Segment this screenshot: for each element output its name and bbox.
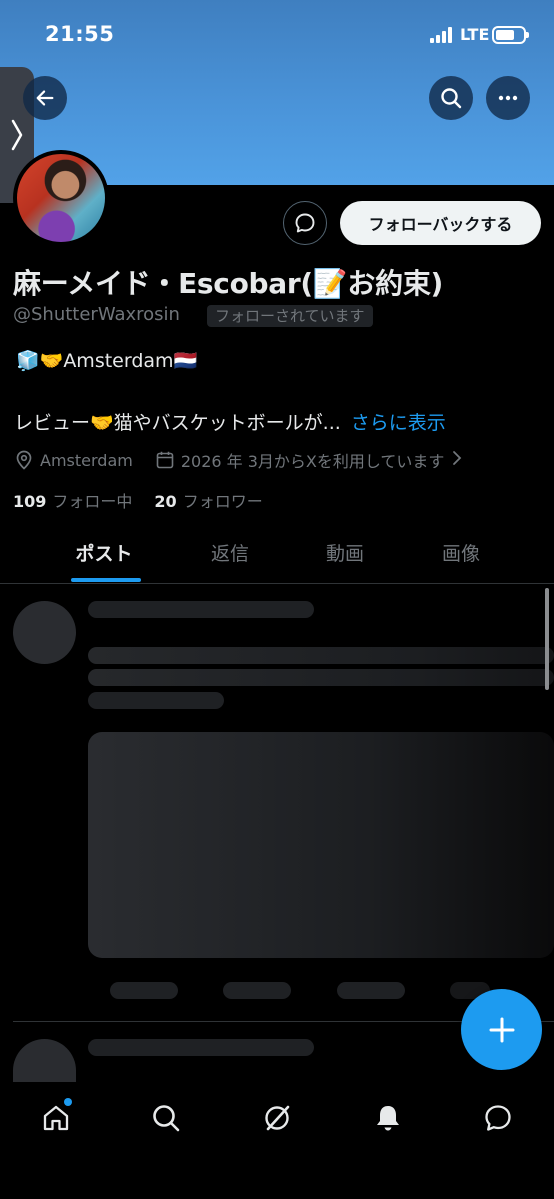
skeleton-line — [88, 1039, 314, 1056]
skeleton-avatar — [13, 601, 76, 664]
joined-text[interactable]: 2026 年 3月からXを利用しています — [181, 448, 445, 472]
message-icon — [295, 213, 315, 233]
home-notification-dot — [64, 1098, 72, 1106]
following-label: フォロー中 — [52, 492, 133, 511]
bio-line-1: 🧊🤝Amsterdam🇳🇱 — [16, 350, 198, 372]
home-icon — [43, 1105, 69, 1131]
status-bar: 21:55 LTE — [0, 0, 554, 70]
nav-home[interactable] — [26, 1098, 86, 1138]
profile-tabs: ポスト 返信 動画 画像 — [0, 527, 554, 584]
nav-search[interactable] — [136, 1098, 196, 1138]
search-icon — [153, 1105, 180, 1132]
grok-icon — [265, 1105, 290, 1131]
plus-icon — [489, 1017, 514, 1042]
follow-back-button[interactable]: フォローバックする — [340, 201, 541, 245]
calendar-icon — [155, 450, 175, 470]
tab-posts[interactable]: ポスト — [46, 539, 162, 566]
skeleton-action — [223, 982, 291, 999]
followers-label: フォロワー — [182, 492, 263, 511]
nav-grok[interactable] — [247, 1098, 307, 1138]
status-time: 21:55 — [45, 22, 115, 46]
more-button[interactable] — [486, 76, 530, 120]
user-handle: @ShutterWaxrosin — [13, 304, 180, 325]
following-count: 109 — [13, 492, 47, 511]
followers-count: 20 — [154, 492, 177, 511]
followers-link[interactable]: 20 フォロワー — [154, 488, 262, 512]
nav-messages[interactable] — [468, 1098, 528, 1138]
profile-meta: Amsterdam 2026 年 3月からXを利用しています — [14, 448, 462, 472]
skeleton-action — [110, 982, 178, 999]
more-icon — [498, 95, 518, 101]
nav-notifications[interactable] — [358, 1098, 418, 1138]
skeleton-avatar — [13, 1039, 76, 1082]
bio-text: レビュー🤝猫やバスケットボールが... — [14, 412, 341, 434]
skeleton-line — [88, 647, 554, 664]
skeleton-line — [88, 601, 314, 618]
network-label: LTE — [460, 25, 490, 44]
following-link[interactable]: 109 フォロー中 — [13, 488, 132, 512]
bell-icon — [377, 1106, 399, 1131]
skeleton-media — [88, 732, 554, 958]
location-text: Amsterdam — [40, 450, 133, 470]
tab-images[interactable]: 画像 — [403, 539, 519, 566]
search-button[interactable] — [429, 76, 473, 120]
chevron-right-icon — [11, 119, 23, 151]
skeleton-action — [337, 982, 405, 999]
scrollbar[interactable] — [545, 588, 549, 690]
follows-you-badge: フォローされています — [207, 305, 373, 327]
compose-button[interactable] — [461, 989, 542, 1070]
chat-icon — [485, 1105, 511, 1131]
display-name: 麻ーメイド・Escobar(📝お約束) — [13, 267, 444, 300]
tab-replies[interactable]: 返信 — [172, 539, 288, 566]
bio-line-2: レビュー🤝猫やバスケットボールが... さらに表示 — [14, 408, 446, 435]
back-button[interactable] — [23, 76, 67, 120]
show-more-link[interactable]: さらに表示 — [351, 412, 446, 434]
bottom-nav — [0, 1082, 554, 1199]
back-arrow-icon — [36, 90, 54, 106]
message-button[interactable] — [283, 201, 327, 245]
skeleton-line — [88, 692, 224, 709]
skeleton-line — [88, 669, 554, 686]
location-pin-icon — [14, 450, 34, 470]
avatar[interactable] — [13, 150, 109, 246]
tab-videos[interactable]: 動画 — [287, 539, 403, 566]
active-tab-indicator — [71, 578, 141, 582]
signal-icon — [430, 27, 456, 43]
search-icon — [441, 88, 462, 109]
follow-counts: 109 フォロー中 20 フォロワー — [13, 488, 263, 512]
chevron-right-icon[interactable] — [452, 450, 462, 470]
battery-icon — [492, 26, 529, 44]
